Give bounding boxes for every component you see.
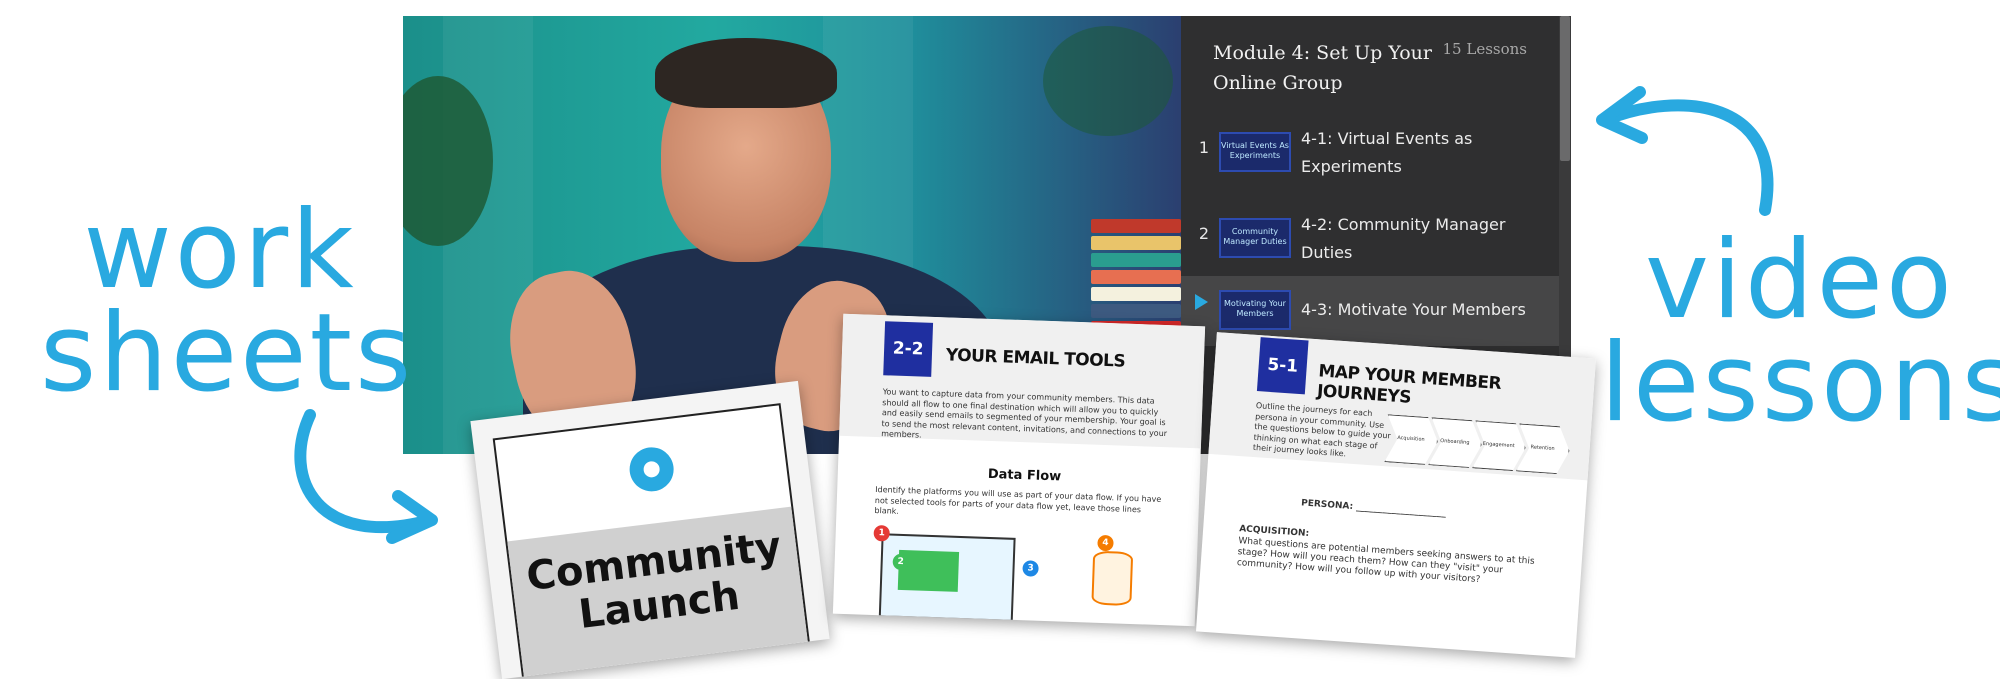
section-intro: You want to capture data from your commu… xyxy=(881,387,1168,440)
section-number: 2-2 xyxy=(883,321,934,377)
worksheet-email-tools: 2-2 YOUR EMAIL TOOLS You want to capture… xyxy=(832,313,1206,627)
worksheet-cover: Community Launch xyxy=(470,380,830,679)
persona-line: PERSONA: ____________________ xyxy=(1300,498,1447,519)
cover-frame: Community Launch xyxy=(492,403,813,679)
module-title: Module 4: Set Up Your Online Group xyxy=(1213,42,1432,94)
thumbnail-text: Virtual Events As Experiments xyxy=(1221,141,1289,160)
label-line: work xyxy=(83,188,357,313)
lesson-title: 4-3: Motivate Your Members xyxy=(1301,300,1526,319)
presenter-hair xyxy=(655,38,837,108)
section-intro: Outline the journeys for each persona in… xyxy=(1252,401,1392,459)
label-line: lessons xyxy=(1600,320,2000,446)
lesson-number: 1 xyxy=(1198,138,1210,157)
section-number: 5-1 xyxy=(1256,337,1309,395)
arrow-to-worksheets-icon xyxy=(294,409,438,544)
browser-illustration xyxy=(878,533,1016,622)
scrollbar-thumb[interactable] xyxy=(1560,16,1570,161)
database-icon xyxy=(1091,550,1134,607)
lesson-number: 2 xyxy=(1198,224,1210,243)
worksheet-member-journeys: 5-1 MAP YOUR MEMBER JOURNEYS Outline the… xyxy=(1195,332,1597,658)
thumbnail-text: Community Manager Duties xyxy=(1223,227,1287,246)
lesson-title: 4-1: Virtual Events as Experiments xyxy=(1301,129,1473,176)
thumbnail-text: Motivating Your Members xyxy=(1224,299,1286,318)
label-line: video xyxy=(1645,218,1955,343)
lesson-thumbnail: Virtual Events As Experiments xyxy=(1219,132,1291,172)
lesson-thumbnail: Motivating Your Members xyxy=(1219,290,1291,330)
video-lessons-label: video lessons xyxy=(1600,218,2000,446)
arrow-to-video-icon xyxy=(1596,86,1774,216)
lesson-title: 4-2: Community Manager Duties xyxy=(1301,215,1506,262)
community-logo-icon xyxy=(627,444,677,494)
lesson-count: 15 Lessons xyxy=(1442,40,1527,58)
step-marker: 4 xyxy=(1097,534,1114,552)
label-line: sheets xyxy=(40,290,415,416)
data-flow-text: Identify the platforms you will use as p… xyxy=(874,484,1162,516)
step-marker: 3 xyxy=(1022,560,1039,577)
plant xyxy=(1043,26,1173,136)
lesson-item-2[interactable]: 2 Community Manager Duties 4-2: Communit… xyxy=(1181,208,1559,264)
lesson-item-1[interactable]: 1 Virtual Events As Experiments 4-1: Vir… xyxy=(1181,122,1559,178)
now-playing-icon xyxy=(1195,294,1208,310)
worksheets-label: work sheets xyxy=(40,188,415,416)
lesson-thumbnail: Community Manager Duties xyxy=(1219,218,1291,258)
data-flow-heading: Data Flow xyxy=(987,466,1062,485)
